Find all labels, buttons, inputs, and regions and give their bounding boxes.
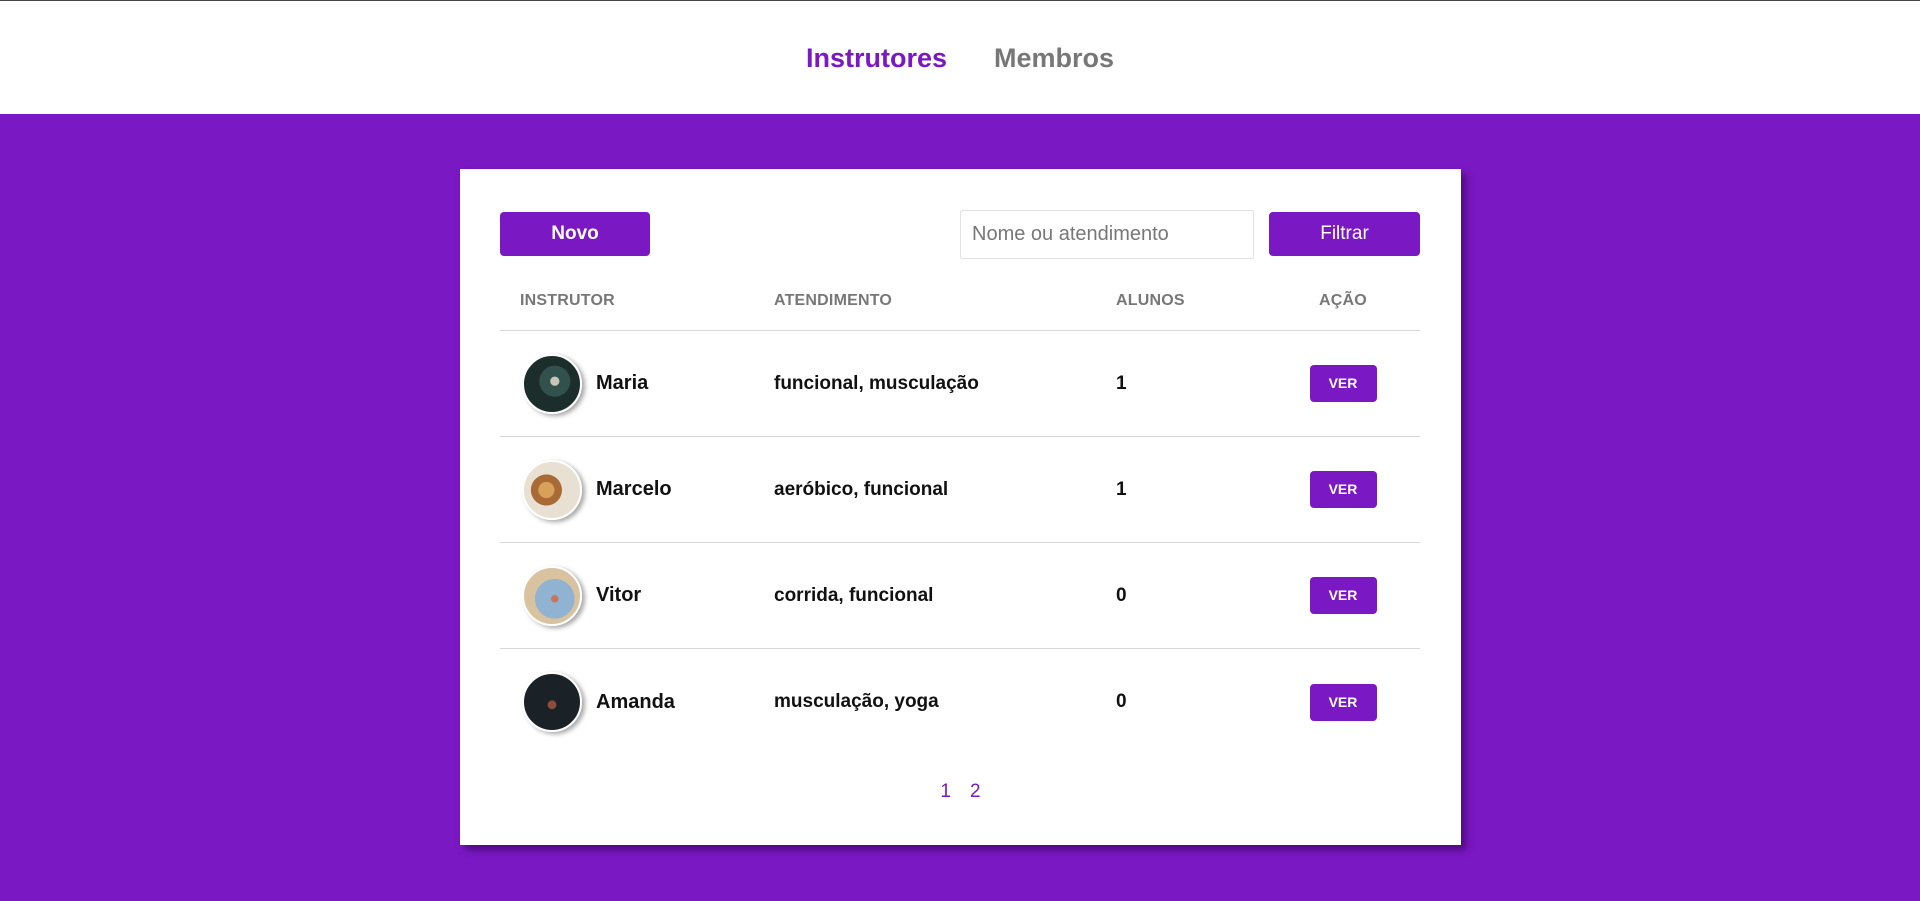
avatar: [522, 672, 582, 732]
view-button[interactable]: VER: [1309, 683, 1377, 721]
instructor-cell: Vitor: [500, 565, 774, 626]
view-button[interactable]: VER: [1309, 577, 1377, 614]
table-header: Instrutor Atendimento Alunos Ação: [500, 275, 1420, 331]
students-count: 0: [1116, 584, 1127, 606]
main-nav: Instrutores Membros: [806, 43, 1114, 74]
services-cell: corrida, funcional: [774, 584, 934, 606]
instructor-cell: Maria: [500, 353, 774, 414]
avatar: [522, 565, 582, 626]
page-link-1[interactable]: 1: [940, 781, 951, 803]
instructor-name: Maria: [596, 372, 649, 394]
view-button[interactable]: VER: [1309, 365, 1377, 402]
students-count: 1: [1116, 372, 1127, 394]
nav-link-membros[interactable]: Membros: [994, 43, 1114, 74]
instructors-table: Instrutor Atendimento Alunos Ação Maria …: [500, 275, 1420, 755]
column-header-atendimento: Atendimento: [774, 292, 893, 309]
view-button[interactable]: VER: [1309, 471, 1377, 508]
services-cell: aeróbico, funcional: [774, 478, 949, 500]
column-header-instrutor: Instrutor: [520, 292, 615, 309]
students-count: 0: [1116, 691, 1127, 712]
table-row: Maria funcional, musculação 1 VER: [500, 331, 1420, 437]
filter-button[interactable]: Filtrar: [1269, 212, 1420, 256]
instructor-cell: Marcelo: [500, 459, 774, 520]
instructor-name: Vitor: [596, 584, 642, 606]
table-row: Marcelo aeróbico, funcional 1 VER: [500, 437, 1420, 543]
avatar: [522, 353, 582, 414]
instructor-name: Marcelo: [596, 478, 672, 500]
instructor-cell: Amanda: [500, 672, 774, 732]
avatar: [522, 459, 582, 520]
nav-link-instrutores[interactable]: Instrutores: [806, 43, 947, 74]
search-input[interactable]: [960, 210, 1254, 259]
pagination: 1 2: [460, 781, 1461, 803]
students-count: 1: [1116, 478, 1127, 500]
column-header-acao: Ação: [1319, 292, 1367, 309]
column-header-alunos: Alunos: [1116, 292, 1185, 309]
new-instructor-button[interactable]: Novo: [500, 212, 650, 256]
top-header: Instrutores Membros: [0, 0, 1920, 114]
services-cell: musculação, yoga: [774, 691, 939, 712]
instructors-card: Novo Filtrar Instrutor Atendimento Aluno…: [460, 169, 1461, 845]
instructor-name: Amanda: [596, 690, 675, 713]
services-cell: funcional, musculação: [774, 372, 979, 394]
table-row: Vitor corrida, funcional 0 VER: [500, 543, 1420, 649]
page-link-2[interactable]: 2: [970, 781, 981, 803]
table-row: Amanda musculação, yoga 0 VER: [500, 649, 1420, 755]
